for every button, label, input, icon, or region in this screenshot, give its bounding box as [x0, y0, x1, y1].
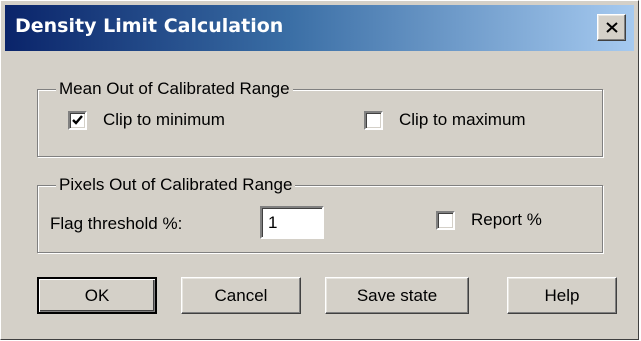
clip-to-maximum-checkbox[interactable]: Clip to maximum: [364, 110, 526, 130]
close-button[interactable]: [597, 14, 626, 41]
title-bar[interactable]: Density Limit Calculation: [5, 5, 634, 51]
close-x-icon: [606, 22, 618, 33]
mean-group-legend: Mean Out of Calibrated Range: [56, 78, 293, 100]
help-button[interactable]: Help: [507, 277, 617, 314]
save-state-button[interactable]: Save state: [325, 277, 469, 314]
clip-max-label: Clip to maximum: [399, 110, 526, 129]
ok-button[interactable]: OK: [37, 277, 157, 314]
clip-to-minimum-checkbox[interactable]: Clip to minimum: [68, 110, 225, 130]
clip-min-checkbox-box[interactable]: [68, 110, 87, 130]
flag-threshold-input[interactable]: [260, 206, 324, 239]
report-percent-label: Report %: [471, 210, 542, 229]
cancel-button[interactable]: Cancel: [181, 277, 301, 314]
checkmark-icon: [72, 114, 83, 125]
window-title: Density Limit Calculation: [15, 15, 284, 37]
mean-out-of-range-group: Mean Out of Calibrated Range Clip to min…: [37, 78, 603, 157]
clip-min-label: Clip to minimum: [103, 110, 225, 129]
report-percent-checkbox[interactable]: Report %: [436, 210, 542, 230]
density-limit-dialog: Density Limit Calculation Mean Out of Ca…: [0, 0, 639, 340]
pixels-out-of-range-group: Pixels Out of Calibrated Range Flag thre…: [37, 174, 603, 253]
report-checkbox-box[interactable]: [436, 210, 455, 230]
pixels-group-legend: Pixels Out of Calibrated Range: [56, 174, 296, 196]
clip-max-checkbox-box[interactable]: [364, 110, 383, 130]
flag-threshold-label: Flag threshold %:: [50, 214, 183, 233]
